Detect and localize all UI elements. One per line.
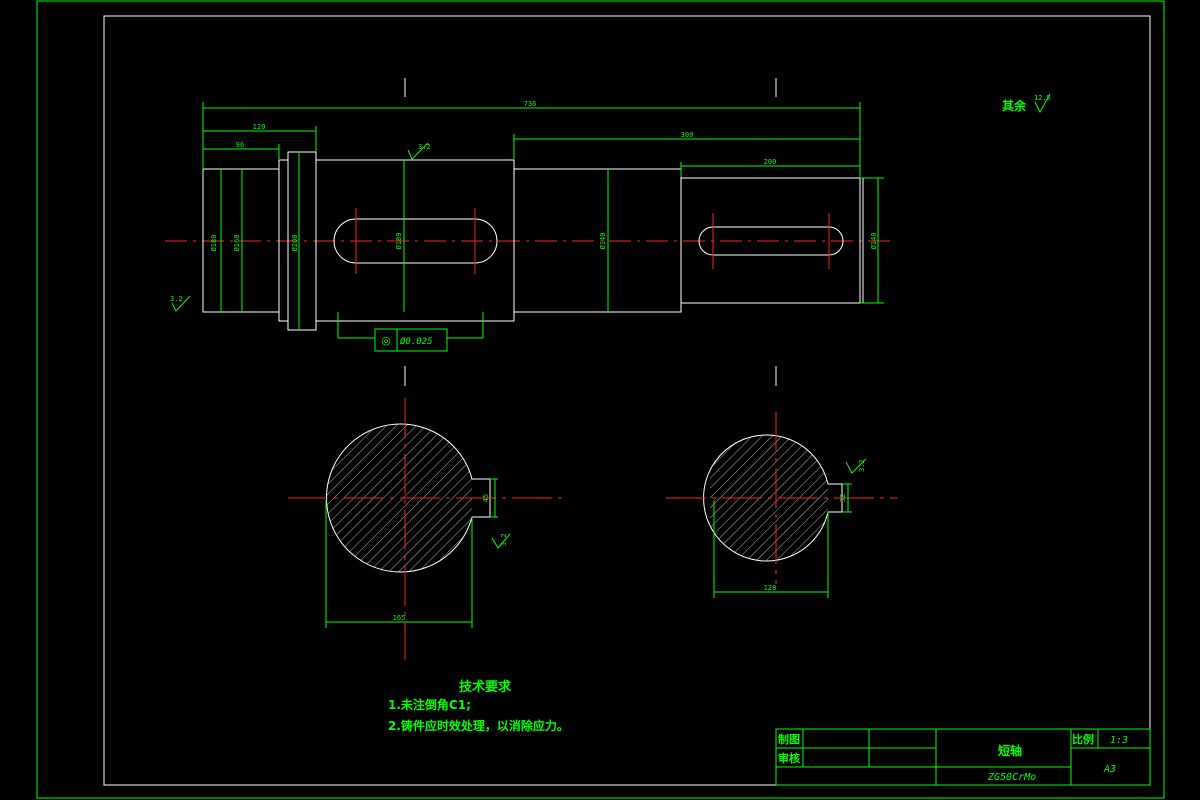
roughness-top-value: 3.2	[418, 143, 431, 151]
dim-dia-160: Ø160	[233, 235, 241, 252]
horizontal-dimensions	[202, 102, 861, 177]
title-block-material: ZG50CrMo	[987, 772, 1036, 783]
dim-dia-189: Ø189	[395, 233, 403, 250]
engineering-drawing: 736 120 96 300 200 Ø180 Ø160 Ø200 Ø189 Ø…	[36, 0, 1165, 799]
dim-section-b-width: 128	[764, 584, 777, 592]
title-block-sheet-size: A3	[1103, 764, 1116, 775]
roughness-section-b-value: 3.2	[858, 459, 866, 472]
title-block-scale-label: 比例	[1072, 732, 1094, 746]
dim-section-a-width: 165	[393, 614, 406, 622]
roughness-rest-label: 其余	[1002, 98, 1027, 113]
title-block-scale-value: 1:3	[1110, 735, 1128, 746]
title-block-part-name: 短轴	[998, 743, 1022, 758]
section-a-hatch	[326, 424, 472, 572]
dim-right-end: 200	[764, 158, 777, 166]
dim-dia-180: Ø180	[210, 235, 218, 252]
tolerance-value: Ø0.025	[400, 336, 433, 347]
dim-left-section: 120	[253, 123, 266, 131]
title-block-drawn-label: 制图	[778, 732, 800, 746]
dim-overall-length: 736	[524, 100, 537, 108]
notes-line-1: 1.未注倒角C1;	[388, 697, 471, 712]
roughness-left-value: 3.2	[170, 295, 183, 303]
notes-line-2: 2.铸件应时效处理，以消除应力。	[388, 718, 569, 733]
dim-dia-200: Ø200	[291, 235, 299, 252]
dim-dia-140-right: Ø140	[870, 233, 878, 250]
dim-left-end: 96	[236, 141, 244, 149]
dim-right-section: 300	[681, 131, 694, 139]
roughness-rest-value: 12.5	[1034, 94, 1051, 102]
dim-section-a-key: 45	[482, 494, 490, 502]
roughness-section-a-value: 3.2	[500, 533, 508, 546]
dim-dia-140-mid: Ø140	[599, 233, 607, 250]
section-marks	[404, 78, 777, 386]
title-block-checked-label: 审核	[778, 751, 800, 765]
outer-frame	[36, 0, 1165, 799]
tolerance-symbol: ◎	[381, 334, 391, 347]
dim-section-b-key: 32	[839, 494, 847, 502]
notes-title: 技术要求	[459, 679, 512, 695]
